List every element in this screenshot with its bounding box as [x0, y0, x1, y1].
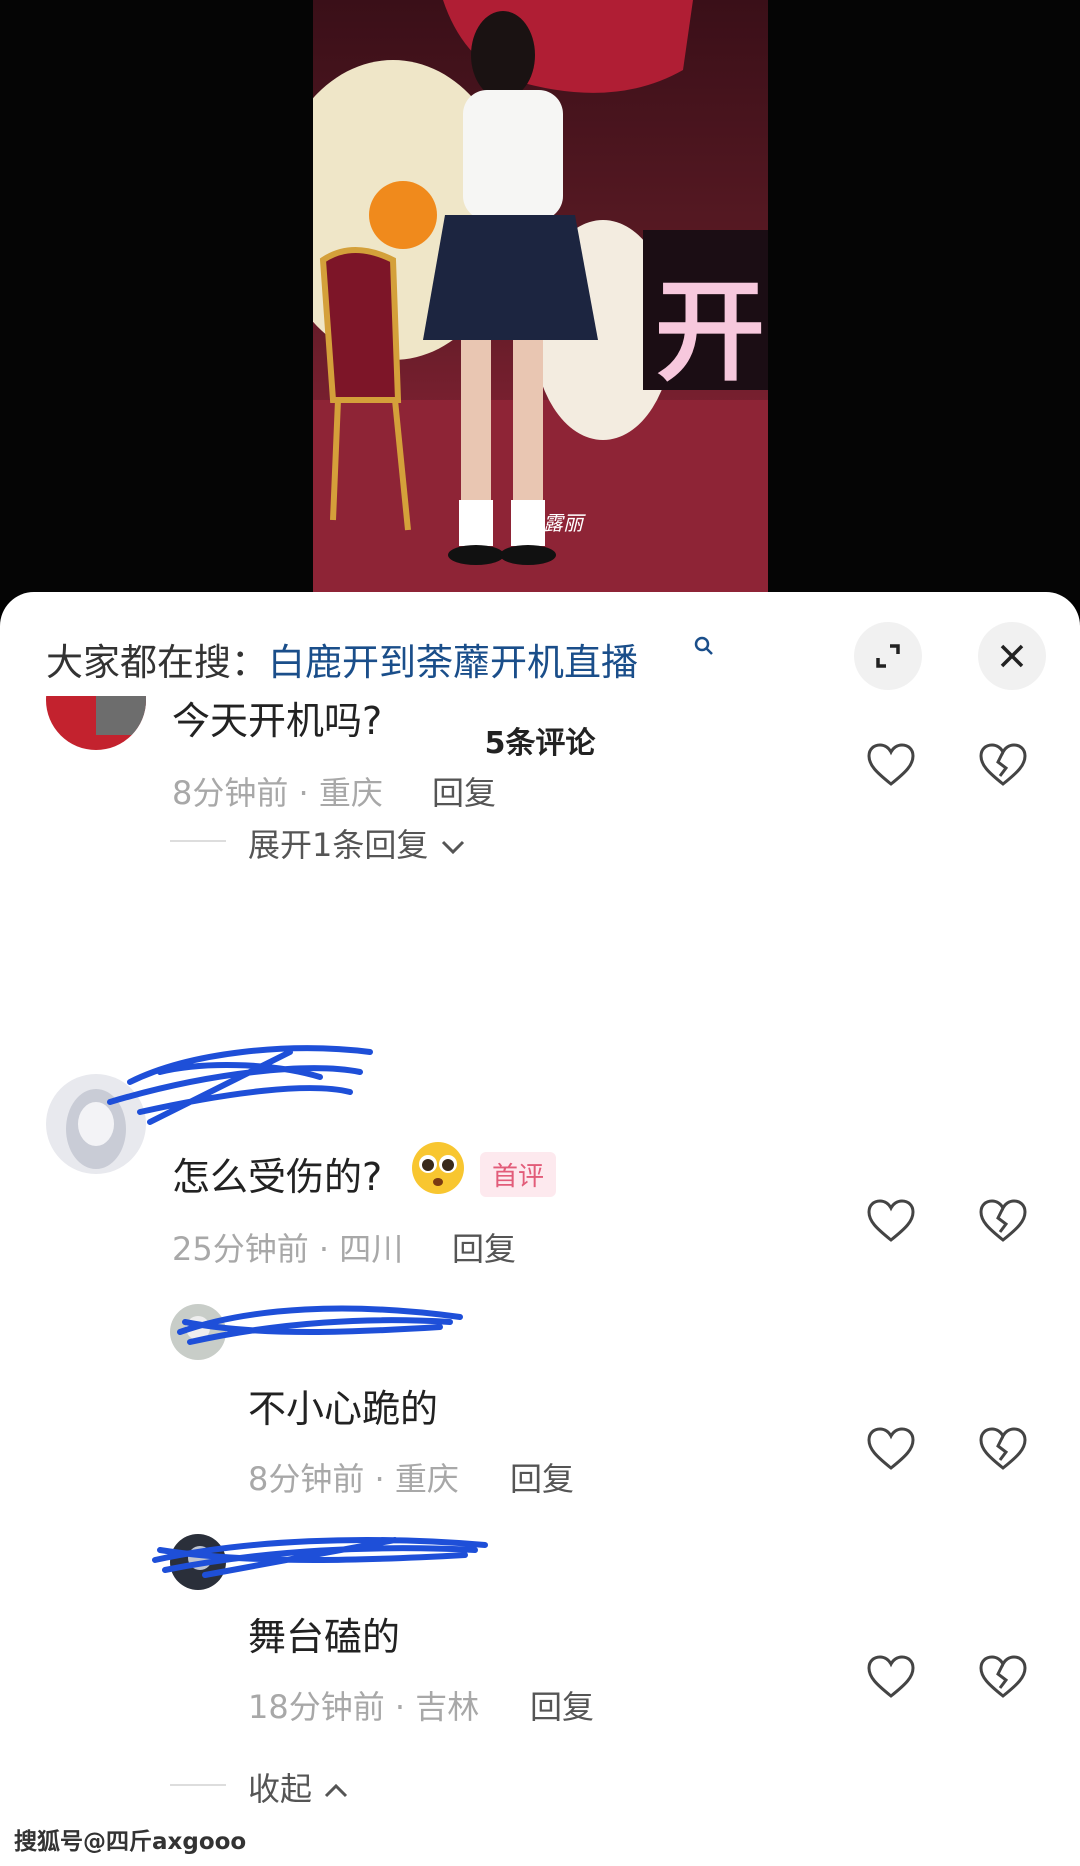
comment-time-location: 8分钟前 · 重庆 [172, 774, 383, 812]
close-sheet-button[interactable] [978, 622, 1046, 690]
heart-icon[interactable] [866, 1198, 916, 1244]
first-comment-badge: 首评 [480, 1152, 557, 1197]
comment-text: 怎么受伤的? [172, 1155, 383, 1199]
video-frame[interactable]: 开 科露丽 [313, 0, 768, 592]
expand-replies-label: 展开1条回复 [248, 826, 429, 864]
reply-button[interactable]: 回复 [452, 1224, 516, 1270]
reply-button[interactable]: 回复 [432, 768, 496, 814]
collapse-replies-label: 收起 [248, 1770, 313, 1808]
reply-button[interactable]: 回复 [510, 1454, 574, 1500]
comment-sheet: 大家都在搜：白鹿开到荼蘼开机直播 5条评论 今天开机吗? 8分钟前 · 重庆 回… [0, 592, 1080, 1866]
video-caption-watermark: 科露丽 [523, 511, 586, 535]
broken-heart-icon[interactable] [978, 742, 1028, 788]
chevron-up-icon [325, 1783, 348, 1798]
collapse-replies-button[interactable]: 收起 [248, 1764, 350, 1810]
comment-text: 今天开机吗? [172, 699, 383, 743]
video-still-image: 开 科露丽 [313, 0, 768, 592]
comment-count-title: 5条评论 [484, 726, 596, 761]
search-icon [694, 636, 713, 655]
chevron-down-icon [441, 840, 464, 855]
expand-fullscreen-button[interactable] [854, 622, 922, 690]
video-player[interactable]: 开 科露丽 [0, 0, 1080, 600]
reply-text: 舞台磕的 [248, 1615, 401, 1659]
reply-time-location: 18分钟前 · 吉林 [248, 1688, 480, 1726]
heart-icon[interactable] [866, 1654, 916, 1700]
heart-icon[interactable] [866, 1426, 916, 1472]
expand-icon [876, 644, 900, 668]
neon-sign-text: 开 [655, 268, 765, 396]
reply-button[interactable]: 回复 [530, 1682, 594, 1728]
heart-icon[interactable] [866, 742, 916, 788]
thread-divider [170, 1784, 226, 1786]
avatar[interactable] [170, 1534, 226, 1590]
trending-search-row[interactable]: 大家都在搜：白鹿开到荼蘼开机直播 [46, 632, 638, 686]
broken-heart-icon[interactable] [978, 1198, 1028, 1244]
broken-heart-icon[interactable] [978, 1426, 1028, 1472]
broken-heart-icon[interactable] [978, 1654, 1028, 1700]
trending-search-link[interactable]: 白鹿开到荼蘼开机直播 [268, 641, 638, 684]
expand-replies-button[interactable]: 展开1条回复 [248, 820, 467, 866]
comment-time-location: 25分钟前 · 四川 [172, 1230, 404, 1268]
pleading-face-emoji-icon [412, 1142, 464, 1194]
avatar[interactable] [46, 1074, 146, 1174]
avatar[interactable] [170, 1304, 226, 1360]
reply-time-location: 8分钟前 · 重庆 [248, 1460, 459, 1498]
thread-divider [170, 840, 226, 842]
reply-text: 不小心跪的 [248, 1387, 439, 1431]
close-icon [1000, 644, 1024, 668]
sohu-watermark: 搜狐号@四斤axgooo [14, 1829, 247, 1855]
trending-search-prefix: 大家都在搜： [46, 641, 268, 684]
